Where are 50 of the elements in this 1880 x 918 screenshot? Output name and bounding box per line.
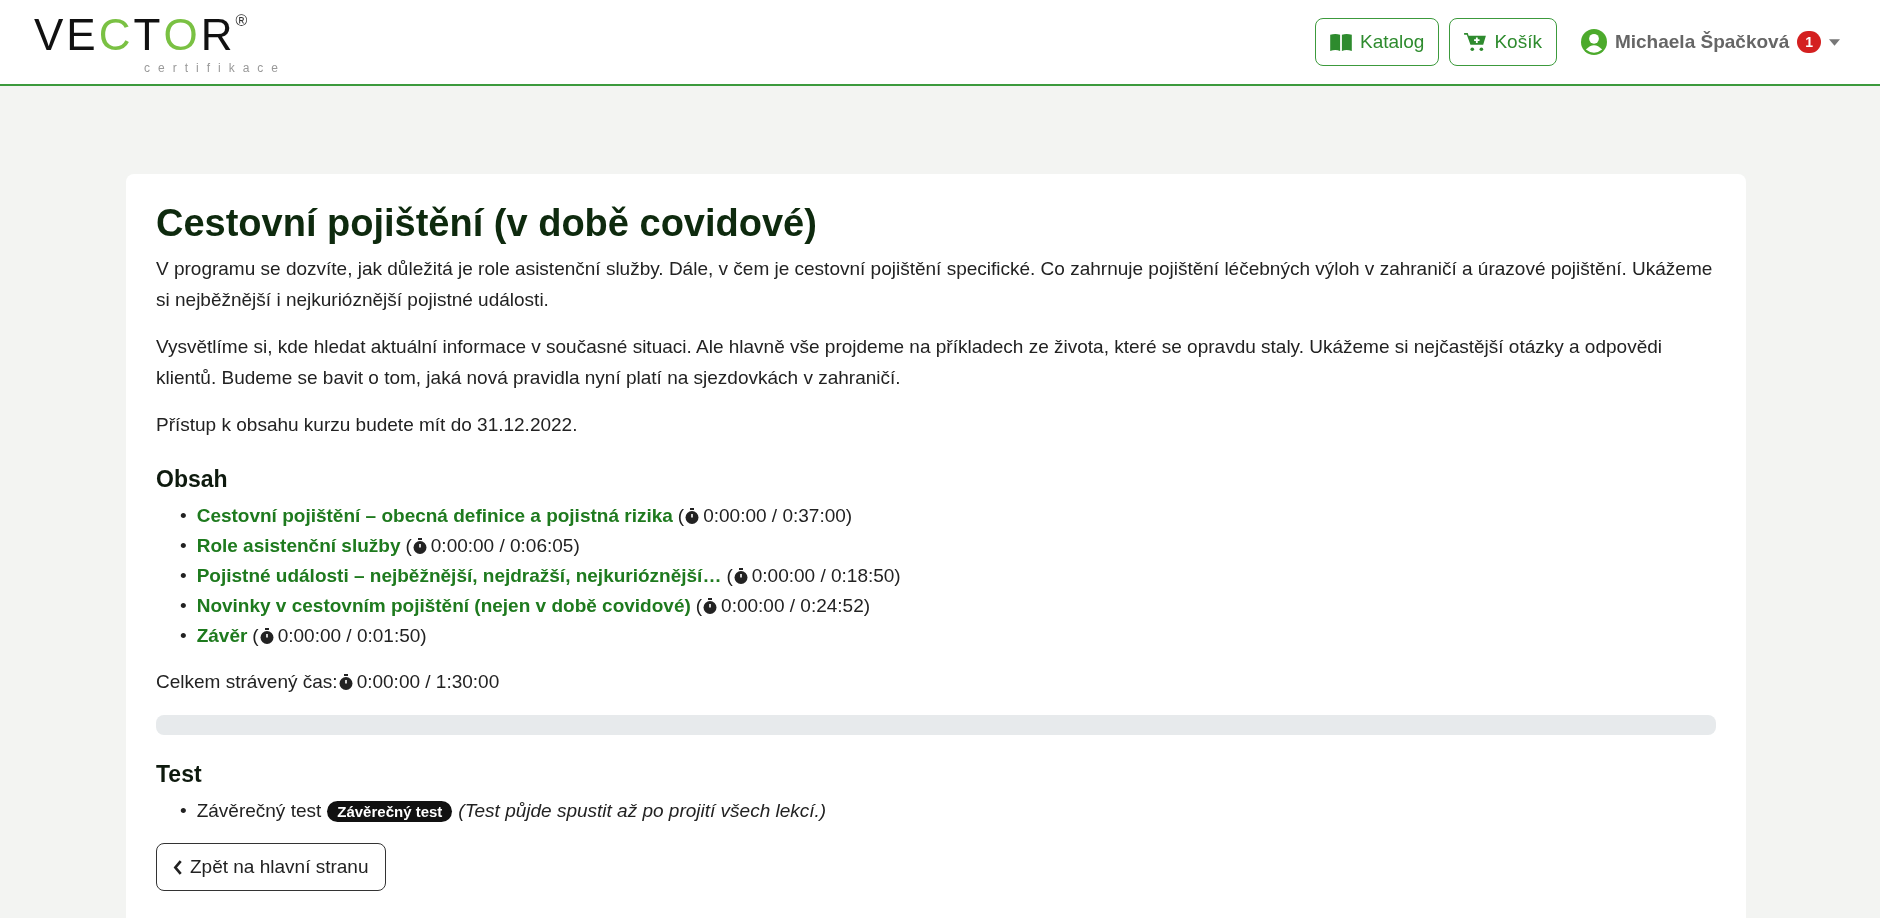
bullet: •	[180, 535, 187, 556]
lesson-link[interactable]: Závěr	[196, 625, 248, 646]
lesson-time: 0:00:00 / 0:24:52)	[721, 595, 871, 616]
lesson-time: 0:00:00 / 0:37:00)	[703, 505, 853, 526]
user-name: Michaela Špačková	[1614, 31, 1790, 53]
paren-text: (	[695, 595, 703, 616]
cart-button[interactable]: Košík	[1449, 18, 1557, 66]
lesson-time: 0:00:00 / 0:06:05)	[430, 535, 580, 556]
paren-text: (	[405, 535, 412, 556]
stopwatch-icon	[259, 628, 274, 644]
bullet: •	[180, 800, 187, 821]
logo[interactable]: VECTOR® certifikace	[34, 9, 287, 75]
description-paragraph: Přístup k obsahu kurzu budete mít do 31.12.2022.	[156, 413, 579, 437]
cart-plus-icon	[1464, 32, 1487, 52]
section-heading: Obsah	[156, 466, 229, 493]
bullet: •	[180, 505, 187, 526]
test-badge: Závěrečný test	[327, 801, 453, 822]
description-paragraph: Vysvětlíme si, kde hledat aktuální informace v současné situaci. Ale hlavně vše projdeme na příkladech ze života, které se opravdu staly. Ukážeme si nejčastější otázky a odpovědi klientů. Budeme se bavit o tom, jaká nová pravidla nyní platí na sjezdovkách v zahraničí.	[156, 335, 1663, 390]
stopwatch-icon	[703, 598, 718, 614]
course-title: Cestovní pojištění (v době covidové)	[156, 202, 818, 245]
lesson-link[interactable]: Cestovní pojištění – obecná definice a pojistná rizika	[196, 505, 673, 526]
lesson-link[interactable]: Pojistné události – nejběžnější, nejdražší, nejkurióznější…	[196, 565, 722, 586]
total-time: 0:00:00 / 1:30:00	[356, 671, 500, 692]
test-note: (Test půjde spustit až po projití všech lekcí.)	[458, 800, 827, 821]
paren-text: (	[726, 565, 733, 586]
user-menu[interactable]: Michaela Špačková 1	[1580, 29, 1840, 55]
chevron-left-icon	[173, 859, 182, 875]
catalog-button[interactable]: Katalog	[1314, 18, 1440, 66]
description-paragraph: V programu se dozvíte, jak důležitá je role asistenční služby. Dále, v čem je cestovní pojištění specifické. Co zahrnuje pojištění léčebných výloh v zahraničí a úrazové pojištění. Ukážeme si nejběžnější i nejkurióznější pojistné události.	[156, 257, 1714, 312]
user-avatar-icon	[1580, 29, 1607, 55]
lesson-link[interactable]: Role asistenční služby	[196, 535, 401, 556]
stopwatch-icon	[412, 538, 427, 554]
bullet: •	[180, 565, 187, 586]
lesson-time: 0:00:00 / 0:18:50)	[751, 565, 901, 586]
lesson-time: 0:00:00 / 0:01:50)	[277, 625, 427, 646]
section-heading: Test	[156, 761, 203, 788]
notification-badge: 1	[1797, 31, 1821, 53]
back-button[interactable]: Zpět na hlavní stranu	[156, 843, 386, 891]
total-label: Celkem strávený čas:	[156, 671, 338, 692]
paren-text: (	[252, 625, 259, 646]
lesson-link[interactable]: Novinky v cestovním pojištění (nejen v době covidové)	[196, 595, 691, 616]
bullet: •	[180, 625, 187, 646]
bullet: •	[180, 595, 187, 616]
stopwatch-icon	[685, 508, 700, 524]
test-label: Závěrečný test	[196, 800, 322, 821]
stopwatch-icon	[338, 674, 353, 690]
stopwatch-icon	[733, 568, 748, 584]
caret-icon	[1829, 38, 1840, 46]
paren-text: (	[677, 505, 685, 526]
book-icon	[1329, 33, 1352, 51]
